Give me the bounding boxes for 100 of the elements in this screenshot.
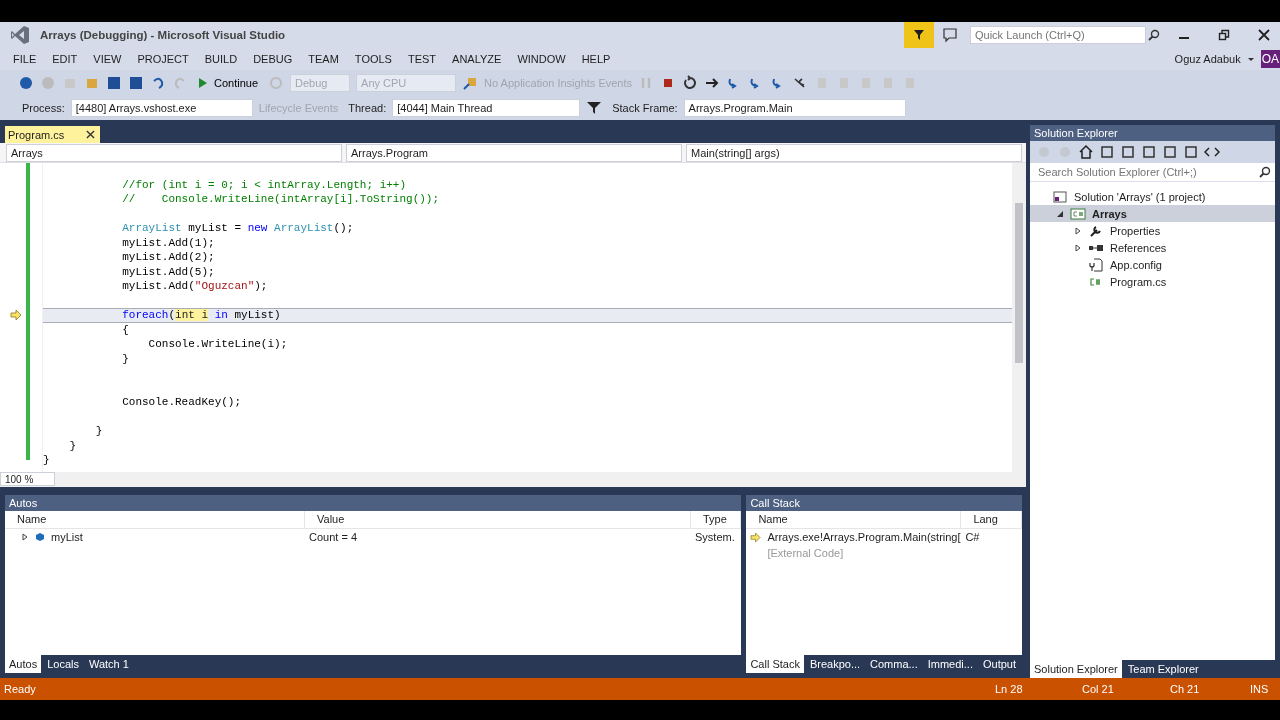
stack-frame-label: Stack Frame: (612, 101, 678, 114)
solution-icon (1052, 189, 1068, 204)
thread-dropdown[interactable]: [4044] Main Thread (392, 98, 581, 117)
tree-item[interactable]: Properties (1030, 222, 1275, 239)
navigation-dropdown[interactable]: Arrays.Program (346, 143, 682, 162)
stack-frame-name: [External Code] (767, 546, 844, 561)
panel-title: Autos (9, 497, 38, 509)
account-name[interactable]: Oguz Adabuk (1174, 53, 1241, 65)
stack-frame-dropdown[interactable]: Arrays.Program.Main (683, 98, 906, 117)
tree-item[interactable]: App.config (1030, 256, 1275, 273)
column-header[interactable]: Lang (961, 511, 1022, 528)
character-number: Ch 21 (1170, 683, 1201, 695)
code-line: Console.ReadKey(); (121, 396, 242, 408)
panel-title: Call Stack (750, 497, 800, 509)
panel-tab[interactable]: Breakpo... (805, 655, 865, 673)
config-file-icon (1088, 257, 1104, 272)
vertical-scrollbar[interactable] (1012, 163, 1026, 472)
panel-tab[interactable]: Immedi... (923, 655, 977, 673)
variable-name: myList (51, 530, 83, 545)
menu-item[interactable]: HELP (573, 53, 619, 65)
tree-item[interactable]: Arrays (1030, 205, 1275, 222)
panel-title: Solution Explorer (1034, 127, 1118, 139)
language-cell-text: C# (964, 530, 981, 545)
code-line: ArrayList myList = new ArrayList(); (121, 222, 354, 234)
menu-item[interactable]: TEST (399, 53, 445, 65)
panel-tab[interactable]: Output (978, 655, 1020, 673)
code-line: myList.Add("Oguzcan"); (121, 280, 268, 292)
feedback-icon[interactable] (942, 27, 958, 43)
panel-tab[interactable]: Watch 1 (84, 655, 133, 673)
code-line: foreach(int i in myList) (121, 309, 281, 321)
tree-item[interactable]: Program.cs (1030, 273, 1275, 290)
csharp-project-icon (1070, 206, 1086, 221)
panel-tab[interactable]: Team Explorer (1123, 660, 1203, 678)
home-icon[interactable] (1078, 144, 1094, 160)
play-icon (198, 77, 208, 88)
column-header[interactable]: Name (5, 511, 305, 528)
document-tab[interactable]: Program.cs (5, 126, 101, 143)
code-line: } (68, 439, 76, 452)
expand-arrow-icon[interactable] (1074, 226, 1082, 235)
code-line: } (94, 425, 103, 437)
menu-item[interactable]: DEBUG (245, 53, 301, 65)
menu-item[interactable]: PROJECT (129, 53, 197, 65)
panel-tab[interactable]: Locals (43, 655, 83, 673)
menu-item[interactable]: VIEW (85, 53, 130, 65)
code-line: } (43, 454, 50, 466)
menu-item[interactable]: BUILD (196, 53, 246, 65)
close-icon[interactable] (86, 130, 96, 139)
panel-tab[interactable]: Comma... (866, 655, 922, 673)
column-header[interactable]: Name (746, 511, 962, 528)
code-line: myList.Add(5); (121, 265, 215, 278)
process-dropdown[interactable]: [4480] Arrays.vshost.exe (70, 98, 253, 117)
variable-type: System. (694, 530, 736, 545)
menu-item[interactable]: ANALYZE (444, 53, 510, 65)
tree-item[interactable]: Solution 'Arrays' (1 project) (1030, 188, 1275, 205)
navigation-dropdown[interactable]: Arrays (6, 143, 342, 162)
object-icon (35, 532, 45, 542)
code-line: // Console.WriteLine(intArray[i].ToString()); (121, 193, 440, 205)
menu-item[interactable]: TOOLS (346, 53, 400, 65)
wrench-icon (1088, 223, 1104, 238)
stack-frame-name: Arrays.exe!Arrays.Program.Main(string[ (767, 530, 961, 545)
expand-arrow-icon[interactable] (1074, 243, 1082, 252)
code-line: } (121, 352, 129, 365)
panel-tab[interactable]: Solution Explorer (1030, 660, 1122, 678)
insert-mode: INS (1250, 683, 1270, 695)
code-line: //for (int i = 0; i < intArray.Length; i++) (121, 178, 407, 191)
tree-item[interactable]: References (1030, 239, 1275, 256)
search-icon (1259, 166, 1271, 178)
expand-arrow-icon[interactable] (1056, 209, 1064, 218)
column-number: Col 21 (1082, 683, 1115, 695)
funnel-icon[interactable] (586, 99, 603, 116)
panel-tab[interactable]: Call Stack (746, 655, 804, 673)
avatar[interactable]: OA (1260, 50, 1280, 68)
menu-item[interactable]: EDIT (44, 53, 86, 65)
menu-item[interactable]: TEAM (300, 53, 347, 65)
zoom-dropdown[interactable]: 100 % (0, 472, 55, 486)
column-header[interactable]: Value (305, 511, 691, 528)
panel-tab[interactable]: Autos (5, 655, 42, 673)
expand-arrow-icon[interactable] (21, 533, 29, 541)
notification-button[interactable] (904, 22, 934, 48)
window-title: Arrays (Debugging) - Microsoft Visual Studio (40, 29, 286, 41)
caret-icon[interactable] (1246, 55, 1255, 63)
current-statement-arrow-icon (10, 310, 22, 321)
navigation-dropdown[interactable]: Main(string[] args) (686, 143, 1022, 162)
code-line: Console.WriteLine(i); (147, 338, 288, 350)
restore-icon[interactable] (1218, 29, 1230, 41)
search-icon (1148, 29, 1160, 41)
quick-launch-field[interactable]: Quick Launch (Ctrl+Q) (970, 26, 1146, 44)
close-icon[interactable] (1258, 29, 1270, 41)
continue-button[interactable]: Continue (194, 74, 263, 91)
funnel-icon (913, 29, 925, 41)
thread-label: Thread: (348, 101, 387, 114)
code-line: myList.Add(1); (121, 236, 215, 249)
logo-icon (10, 25, 30, 45)
menu-item[interactable]: FILE (5, 53, 45, 65)
line-number: Ln 28 (995, 683, 1024, 695)
code-line: { (121, 323, 129, 336)
menu-item[interactable]: WINDOW (509, 53, 574, 65)
column-header[interactable]: Type (691, 511, 742, 528)
variable-value: Count = 4 (308, 530, 358, 545)
process-label: Process: (22, 101, 65, 114)
